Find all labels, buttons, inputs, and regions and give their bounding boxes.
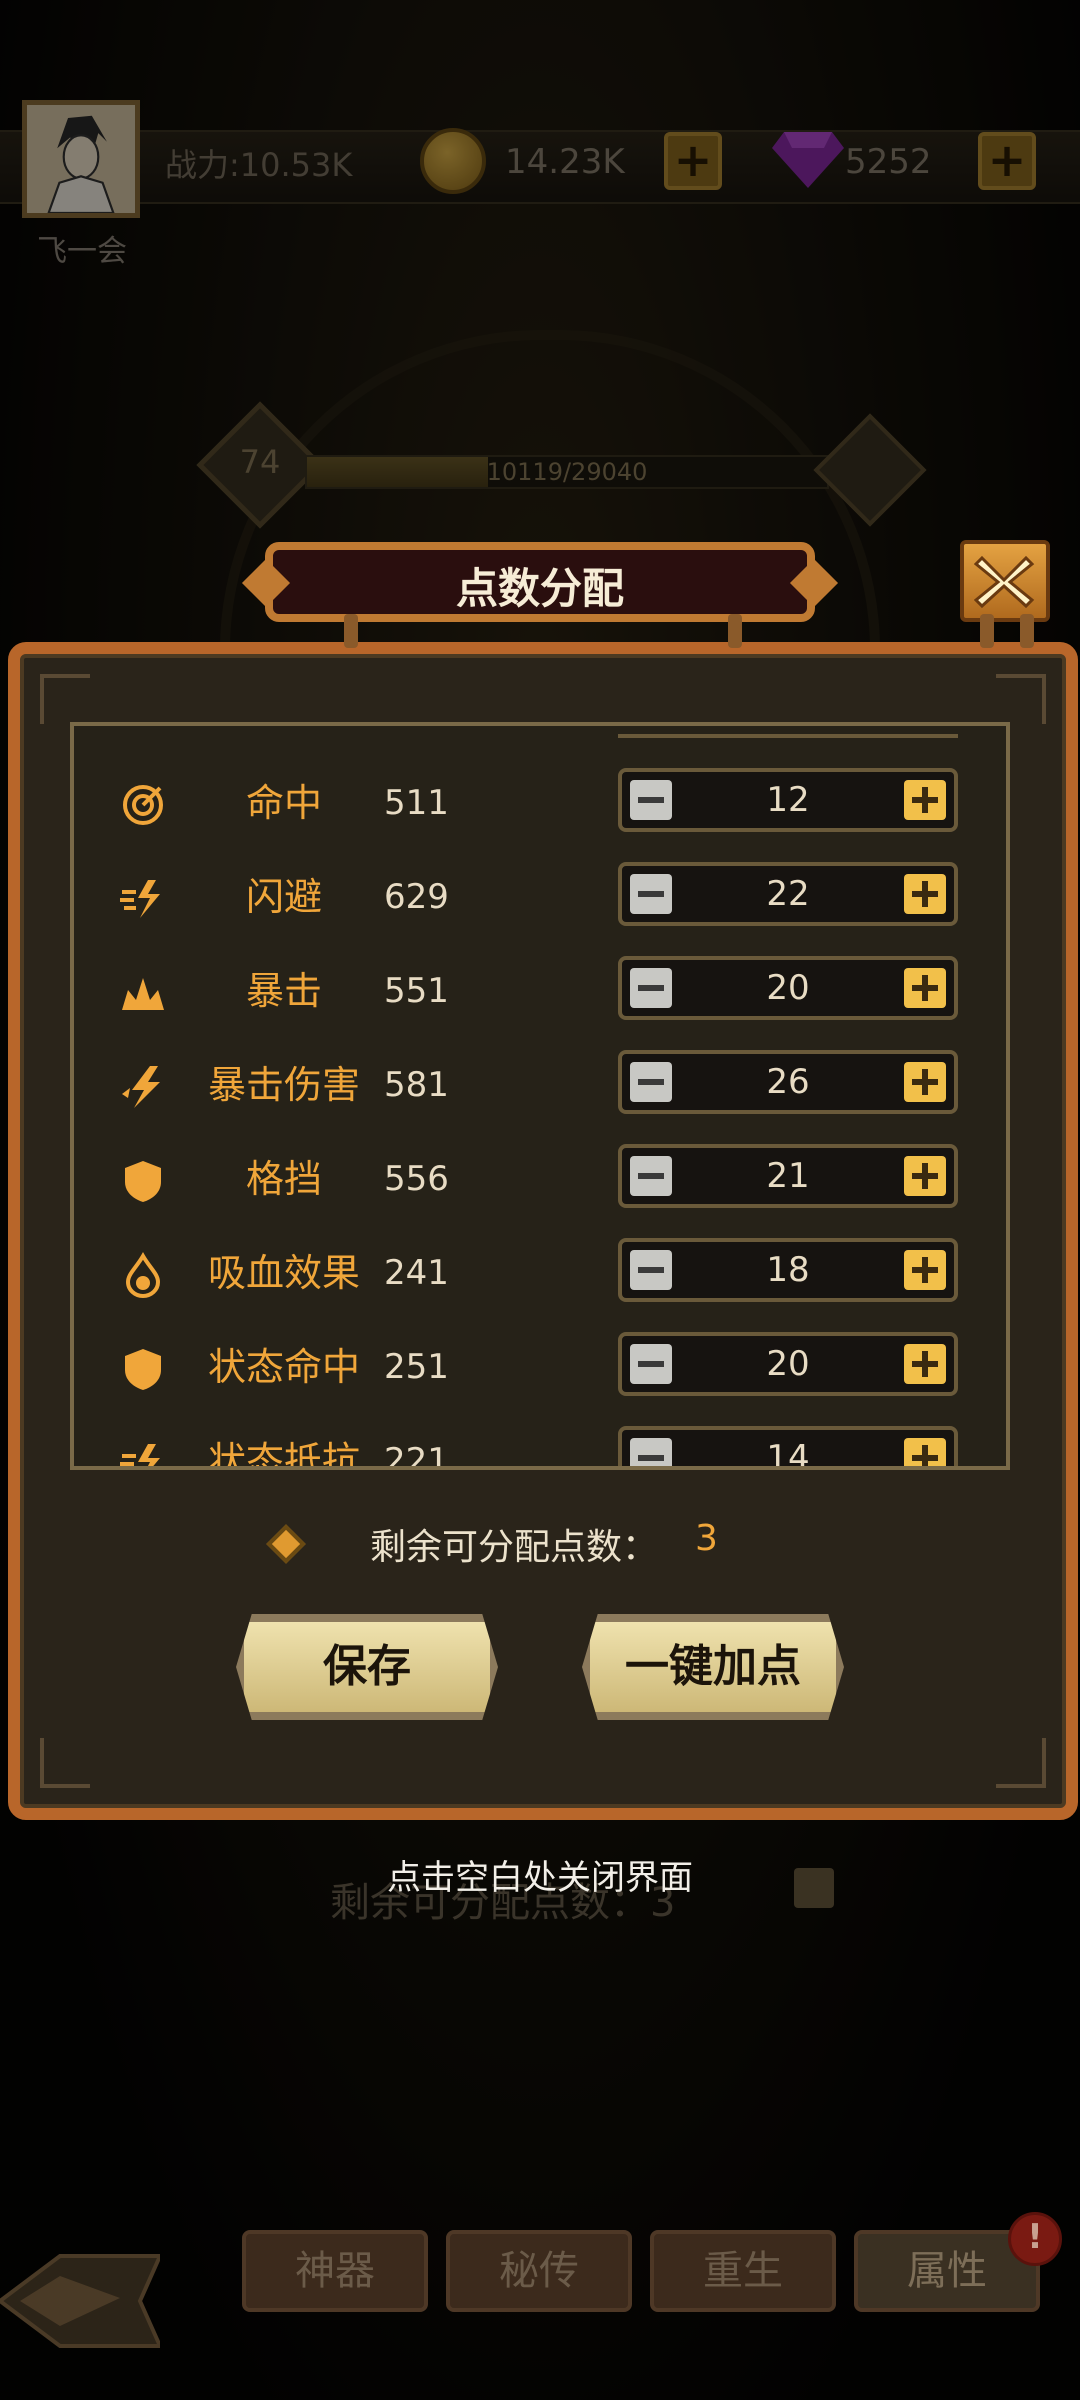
attribute-row: 闪避 629 22 [74, 850, 1006, 944]
increase-button[interactable] [904, 1156, 946, 1196]
attribute-value: 551 [384, 971, 449, 1011]
attribute-value: 581 [384, 1065, 449, 1105]
dash-icon [120, 1440, 166, 1466]
attribute-value: 221 [384, 1441, 449, 1470]
tab-rebirth[interactable]: 重生 [650, 2230, 836, 2312]
dash-icon [120, 876, 166, 922]
attribute-value: 251 [384, 1347, 449, 1387]
allocated-points: 18 [766, 1250, 810, 1290]
panel-corner-ornament [996, 1738, 1046, 1788]
attribute-name: 暴击伤害 [207, 1063, 360, 1107]
shield-icon [120, 1346, 166, 1392]
points-stepper: 20 [618, 1332, 958, 1396]
increase-button[interactable] [904, 1438, 946, 1466]
blood-drop-icon [120, 1252, 166, 1299]
increase-button[interactable] [904, 1250, 946, 1290]
increase-button[interactable] [904, 780, 946, 820]
allocated-points: 22 [766, 874, 810, 914]
attribute-name: 暴击 [245, 969, 322, 1013]
allocated-points: 14 [766, 1438, 810, 1470]
attribute-value: 241 [384, 1253, 449, 1293]
tab-secret[interactable]: 秘传 [446, 2230, 632, 2312]
attribute-row: 暴击伤害 581 26 [74, 1038, 1006, 1132]
attribute-value: 556 [384, 1159, 449, 1199]
decrease-button[interactable] [630, 874, 672, 914]
close-button[interactable] [960, 540, 1050, 622]
points-stepper: 12 [618, 768, 958, 832]
decrease-button[interactable] [630, 1438, 672, 1466]
auto-allocate-button[interactable]: 一键加点 [582, 1614, 844, 1720]
tab-artifact[interactable]: 神器 [242, 2230, 428, 2312]
allocated-points: 26 [766, 1062, 810, 1102]
allocated-points: 12 [766, 780, 810, 820]
decrease-button[interactable] [630, 1156, 672, 1196]
attribute-name: 状态抵抗 [207, 1439, 360, 1470]
attribute-row: 格挡 556 21 [74, 1132, 1006, 1226]
attribute-row: 暴击 551 20 [74, 944, 1006, 1038]
lightning-icon [120, 1064, 166, 1110]
dialog-title: 点数分配 [455, 564, 624, 613]
points-stepper: 18 [618, 1238, 958, 1302]
decrease-button[interactable] [630, 1344, 672, 1384]
attribute-row: 吸血效果 241 18 [74, 1226, 1006, 1320]
points-stepper: 21 [618, 1144, 958, 1208]
increase-button[interactable] [904, 968, 946, 1008]
banner-peg [728, 614, 742, 648]
increase-button[interactable] [904, 1344, 946, 1384]
allocated-points: 20 [766, 968, 810, 1008]
increase-button[interactable] [904, 1062, 946, 1102]
remaining-points-value: 3 [695, 1518, 718, 1559]
panel-corner-ornament [40, 1738, 90, 1788]
attribute-name: 吸血效果 [207, 1251, 360, 1295]
attribute-value: 629 [384, 877, 449, 917]
points-stepper: 20 [618, 956, 958, 1020]
alert-badge: ! [1008, 2212, 1062, 2266]
shield-icon [120, 1158, 166, 1204]
save-button[interactable]: 保存 [236, 1614, 498, 1720]
allocated-points: 20 [766, 1344, 810, 1384]
points-stepper: 22 [618, 862, 958, 926]
allocated-points: 21 [766, 1156, 810, 1196]
close-peg [1020, 614, 1034, 648]
burst-icon [120, 970, 166, 1016]
attribute-name: 格挡 [245, 1157, 322, 1201]
attribute-row: 状态抵抗 221 14 [74, 1414, 1006, 1470]
decrease-button[interactable] [630, 780, 672, 820]
decrease-button[interactable] [630, 968, 672, 1008]
attribute-value: 511 [384, 783, 449, 823]
close-icon [974, 555, 1035, 609]
points-stepper: 14 [618, 1426, 958, 1470]
banner-peg [344, 614, 358, 648]
panel-corner-ornament [40, 674, 90, 724]
increase-button[interactable] [904, 874, 946, 914]
attribute-row: 命中 511 12 [74, 756, 1006, 850]
attribute-list[interactable]: 命中 511 12 闪避 629 22 暴击 551 20 暴击伤害 581 26 格挡 556 21 吸血效… [70, 722, 1010, 1470]
attribute-name: 闪避 [245, 875, 322, 919]
decrease-button[interactable] [630, 1250, 672, 1290]
attribute-name: 状态命中 [207, 1345, 360, 1389]
close-hint: 点击空白处关闭界面 [387, 1858, 693, 1898]
back-arrow-icon[interactable] [0, 2246, 160, 2356]
remaining-points-label: 剩余可分配点数： [370, 1527, 659, 1568]
decrease-button[interactable] [630, 1062, 672, 1102]
points-stepper: 26 [618, 1050, 958, 1114]
close-peg [980, 614, 994, 648]
list-divider [618, 734, 958, 738]
attribute-row: 状态命中 251 20 [74, 1320, 1006, 1414]
target-icon [120, 782, 166, 828]
attribute-name: 命中 [245, 781, 322, 825]
panel-corner-ornament [996, 674, 1046, 724]
